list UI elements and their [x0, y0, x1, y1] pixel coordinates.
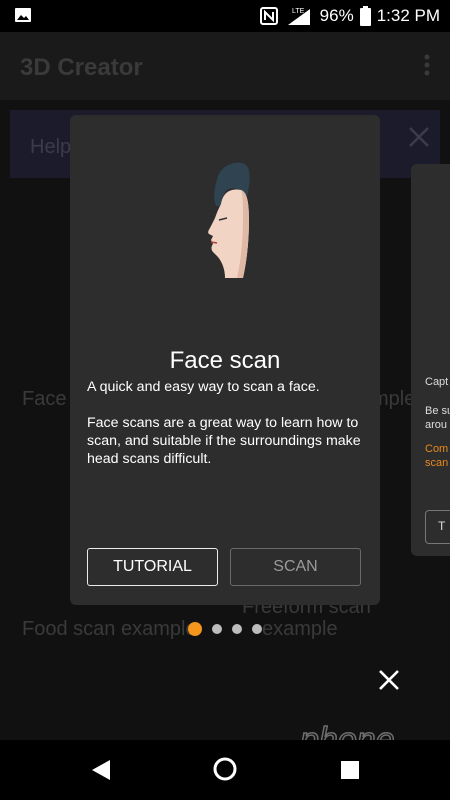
next-scan-card[interactable]: Capt Be su arou Com scan T — [411, 164, 450, 556]
page-dot[interactable] — [232, 624, 242, 634]
more-vert-icon[interactable] — [424, 54, 430, 76]
status-bar: LTE 96% 1:32 PM — [0, 0, 450, 32]
next-card-text: Capt — [425, 376, 449, 388]
page-dot-active[interactable] — [188, 622, 202, 636]
card-description: A quick and easy way to scan a face. Fac… — [87, 378, 377, 486]
signal-icon: LTE — [287, 8, 310, 25]
freeform-example-label-line2: example — [262, 618, 338, 640]
close-icon[interactable] — [376, 667, 402, 693]
next-card-warning-line1: Com — [425, 443, 449, 455]
next-card-desc-line1: Be su — [425, 405, 450, 417]
next-card-warning: Com scan — [425, 442, 448, 470]
battery-icon — [359, 6, 371, 26]
nfc-icon — [259, 7, 278, 25]
card-title: Face scan — [169, 347, 281, 374]
battery-percent: 96% — [319, 6, 354, 25]
home-icon[interactable] — [212, 756, 238, 782]
next-card-tutorial-button[interactable]: T — [425, 510, 450, 544]
next-card-button-label: T — [438, 519, 446, 533]
help-banner-text: Help — [30, 136, 72, 158]
app-title: 3D Creator — [20, 54, 143, 81]
face-example-label: Face — [22, 388, 67, 410]
back-icon[interactable] — [90, 758, 112, 782]
page-indicator — [188, 622, 262, 636]
app-bar: 3D Creator — [0, 32, 450, 100]
navigation-bar — [0, 740, 450, 800]
clock: 1:32 PM — [376, 6, 440, 25]
next-card-desc: Be su arou — [425, 404, 450, 432]
card-description-line2: Face scans are a great way to learn how … — [87, 415, 361, 467]
close-icon — [409, 127, 429, 147]
card-description-line1: A quick and easy way to scan a face. — [87, 379, 320, 395]
image-icon — [15, 8, 31, 22]
face-scan-card: Face scan A quick and easy way to scan a… — [70, 115, 380, 605]
face-profile-illustration — [208, 162, 250, 278]
next-card-desc-line2: arou — [425, 419, 448, 431]
svg-text:LTE: LTE — [292, 8, 305, 15]
next-card-warning-line2: scan — [425, 457, 449, 469]
recents-icon[interactable] — [341, 761, 359, 779]
scan-button[interactable]: SCAN — [230, 548, 361, 586]
page-dot[interactable] — [212, 624, 222, 634]
food-example-label: Food scan example — [22, 618, 197, 640]
tutorial-button[interactable]: TUTORIAL — [87, 548, 218, 586]
page-dot[interactable] — [252, 624, 262, 634]
